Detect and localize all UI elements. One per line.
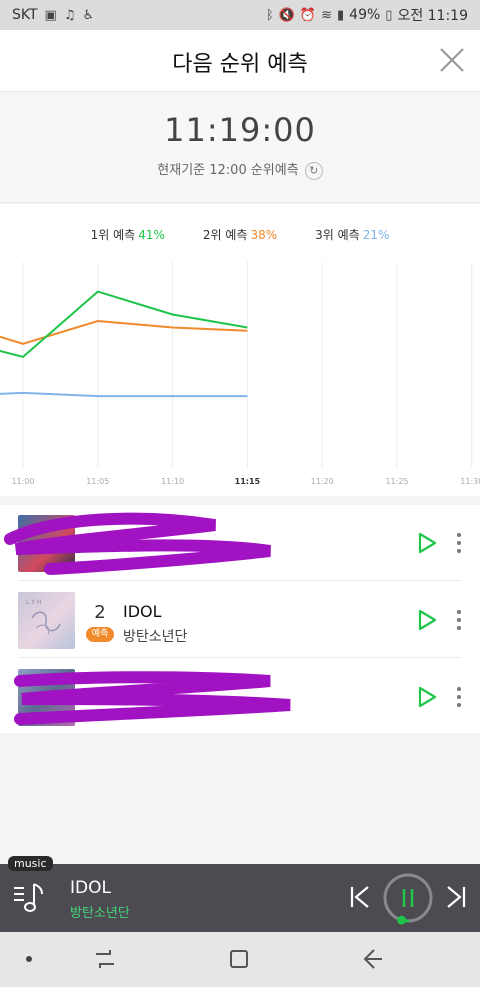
- subtitle-text: 현재기준 12:00 순위예측: [157, 163, 299, 178]
- play-icon[interactable]: [416, 609, 438, 631]
- redaction-scribble: [4, 512, 271, 575]
- list-item[interactable]: L Y H 2 예측 IDOL 방탄소년단: [0, 582, 480, 658]
- legend-label-2: 2위 예측: [202, 228, 248, 242]
- list-item[interactable]: [0, 505, 480, 581]
- legend-item-2: 2위 예측 38%: [203, 226, 277, 243]
- legend-item-1: 1위 예측 41%: [91, 226, 165, 243]
- x-tick-label: 11:30: [460, 477, 480, 486]
- alarm-icon: ⏰: [299, 7, 317, 23]
- line-chart: 11:00 11:05 11:10 11:15 11:20 11:25 11:30: [0, 262, 480, 486]
- x-tick-label: 11:10: [161, 477, 184, 486]
- album-art: L Y H: [26, 599, 61, 635]
- dot-icon: [26, 956, 32, 962]
- accessibility-icon: ♿: [82, 7, 95, 23]
- recent-apps-icon[interactable]: [92, 946, 118, 972]
- wifi-icon: ≋: [321, 7, 332, 23]
- x-tick-label: 11:00: [11, 477, 34, 486]
- pause-button[interactable]: [381, 871, 435, 925]
- prediction-chart: 11:00 11:05 11:10 11:15 11:20 11:25 11:30 1위 예…: [0, 204, 480, 496]
- gallery-icon: ▣: [44, 7, 57, 23]
- prediction-list: L Y H 2 예측 IDOL 방탄소년단: [0, 505, 480, 733]
- battery-icon: ▯: [385, 7, 393, 23]
- album-thumbnail: L Y H: [18, 592, 75, 649]
- page-title: 다음 순위 예측: [172, 52, 308, 77]
- countdown-section: 11:19:00 현재기준 12:00 순위예측 ↻: [0, 93, 480, 203]
- legend-pct-3: 21%: [362, 228, 390, 242]
- back-icon[interactable]: [360, 946, 386, 972]
- x-tick-label: 11:25: [385, 477, 408, 486]
- next-icon[interactable]: [444, 884, 468, 910]
- svg-text:L Y H: L Y H: [26, 599, 41, 606]
- play-icon[interactable]: [416, 686, 438, 708]
- page-header: 다음 순위 예측: [0, 30, 480, 92]
- music-app-icon: ♫: [63, 7, 76, 23]
- legend-pct-2: 38%: [250, 228, 278, 242]
- series-line-1: [0, 290, 248, 359]
- song-title: IDOL: [123, 602, 162, 621]
- play-icon[interactable]: [416, 532, 438, 554]
- legend-item-3: 3위 예측 21%: [315, 226, 389, 243]
- legend-pct-1: 41%: [138, 228, 165, 242]
- redaction-scribble: [14, 671, 291, 725]
- mini-player[interactable]: IDOL 방탄소년단: [0, 864, 480, 932]
- music-tag: music: [8, 856, 53, 871]
- artist-name: 방탄소년단: [123, 629, 188, 645]
- legend-label-1: 1위 예측: [90, 228, 136, 242]
- previous-icon[interactable]: [348, 884, 372, 910]
- x-tick-label: 11:20: [311, 477, 334, 486]
- battery-percent: 49%: [349, 7, 381, 23]
- mute-icon: 🔇: [278, 7, 295, 23]
- system-nav-bar: [0, 932, 480, 987]
- signal-icon: ▮: [337, 7, 345, 23]
- more-options-icon[interactable]: [456, 687, 462, 707]
- clock-time: 오전 11:19: [397, 8, 468, 24]
- refresh-icon[interactable]: ↻: [304, 161, 323, 180]
- more-options-icon[interactable]: [456, 610, 462, 630]
- list-item[interactable]: [0, 659, 480, 735]
- carrier-label: SKT: [12, 7, 38, 23]
- legend-label-3: 3위 예측: [315, 228, 360, 242]
- series-line-3: [0, 391, 248, 398]
- countdown-clock: 11:19:00: [164, 111, 316, 149]
- x-tick-label: 11:05: [86, 477, 109, 486]
- countdown-subtitle: 현재기준 12:00 순위예측 ↻: [0, 159, 480, 180]
- close-icon[interactable]: [438, 46, 466, 74]
- status-bar: SKT ▣ ♫ ♿ ᛒ 🔇 ⏰ ≋ ▮ 49% ▯ 오전 11:19: [0, 0, 480, 30]
- playlist-icon[interactable]: [12, 880, 48, 916]
- prediction-badge: 예측: [86, 627, 114, 642]
- player-artist: 방탄소년단: [70, 906, 130, 921]
- rank-number: 2: [94, 602, 106, 623]
- chart-legend: 1위 예측 41% 2위 예측 38% 3위 예측 21%: [0, 226, 480, 243]
- series-line-2: [0, 319, 248, 345]
- home-icon[interactable]: [226, 946, 252, 972]
- bluetooth-icon: ᛒ: [265, 7, 274, 23]
- x-tick-label: 11:15: [235, 477, 261, 486]
- player-song-title: IDOL: [70, 878, 111, 898]
- more-options-icon[interactable]: [456, 533, 462, 553]
